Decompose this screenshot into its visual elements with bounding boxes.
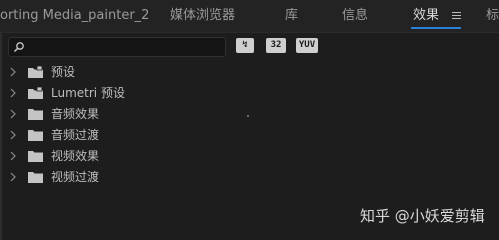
tree-item-audio-effects[interactable]: 音频效果 (0, 104, 499, 124)
panel-tab-bar: orting Media_painter_2 媒体浏览器 库 信息 效果 标 (0, 0, 499, 33)
tree-item-label: 音频效果 (51, 107, 100, 121)
tree-item-label: 预设 (51, 65, 76, 79)
tab-project[interactable]: orting Media_painter_2 (0, 6, 149, 26)
tree-item-video-transitions[interactable]: 视频过渡 (0, 167, 499, 187)
folder-icon (28, 151, 43, 162)
tree-item-lumetri-presets[interactable]: Lumetri 预设 (0, 83, 499, 103)
folder-icon (28, 172, 43, 183)
chevron-right-icon[interactable] (9, 172, 17, 182)
tab-info[interactable]: 信息 (342, 6, 368, 26)
tree-item-label: 视频过渡 (51, 170, 100, 184)
tree-item-label: Lumetri 预设 (51, 86, 125, 100)
preset-folder-icon (28, 66, 43, 78)
chevron-right-icon[interactable] (9, 88, 17, 98)
search-input[interactable] (8, 37, 226, 57)
folder-icon (28, 109, 43, 120)
chevron-right-icon[interactable] (9, 109, 17, 119)
chevron-right-icon[interactable] (9, 130, 17, 140)
tab-media-browser[interactable]: 媒体浏览器 (170, 6, 235, 26)
tree-item-presets[interactable]: 预设 (0, 62, 499, 82)
panel-menu-icon[interactable] (452, 12, 461, 20)
tab-libraries[interactable]: 库 (285, 6, 298, 26)
tree-item-label: 视频效果 (51, 149, 100, 163)
folder-icon (28, 130, 43, 141)
preset-folder-icon (28, 87, 43, 99)
chevron-right-icon[interactable] (9, 67, 17, 77)
tree-item-label: 音频过渡 (51, 128, 100, 142)
cursor-dot (247, 115, 249, 117)
yuv-effects-filter-button[interactable]: YUV (296, 38, 318, 53)
active-tab-indicator (411, 27, 461, 29)
chevron-right-icon[interactable] (9, 151, 17, 161)
tab-effects[interactable]: 效果 (413, 6, 439, 26)
tree-item-audio-transitions[interactable]: 音频过渡 (0, 125, 499, 145)
tab-markers[interactable]: 标 (486, 6, 499, 26)
tree-item-video-effects[interactable]: 视频效果 (0, 146, 499, 166)
search-icon (13, 42, 24, 53)
32bit-effects-filter-button[interactable]: 32 (266, 38, 286, 53)
effects-panel: orting Media_painter_2 媒体浏览器 库 信息 效果 标 ↯… (0, 0, 499, 240)
watermark: 知乎 @小妖爱剪辑 (360, 207, 485, 225)
accelerated-effects-filter-button[interactable]: ↯ (236, 38, 254, 53)
